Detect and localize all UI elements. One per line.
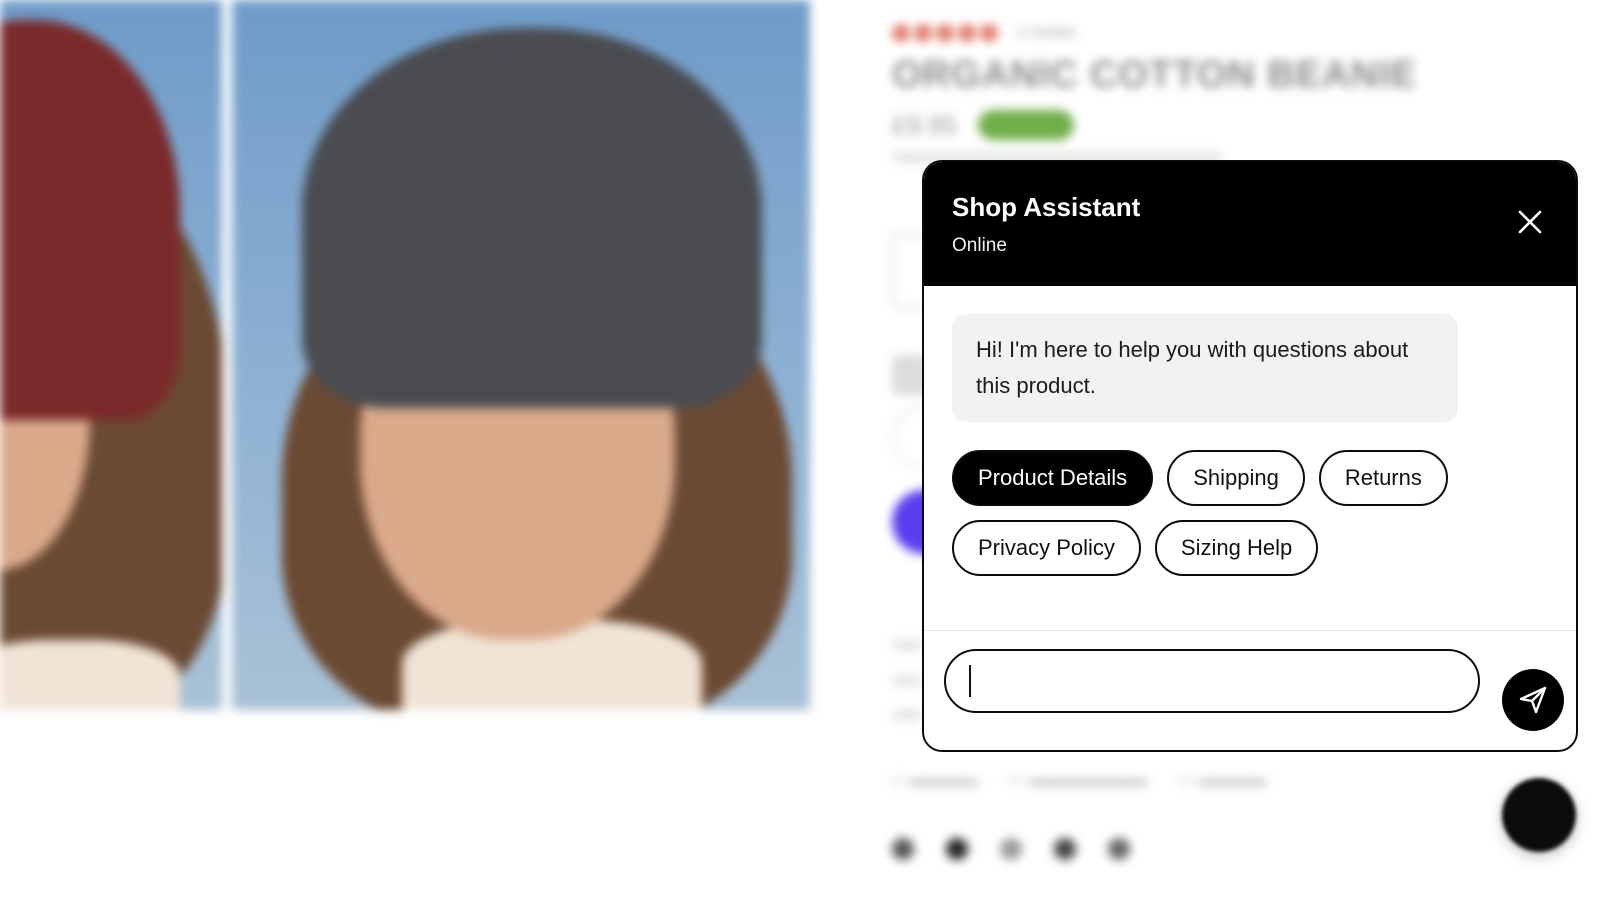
product-info-tabs: ▱ ▬▬▬▬ ▭ ▬▬▬▬▬▬▬ ▭ ▬▬▬▬ (892, 770, 1266, 790)
social-icon[interactable] (946, 838, 968, 860)
description-line (892, 640, 922, 650)
star-icon (936, 24, 954, 42)
send-button[interactable] (1502, 669, 1564, 731)
quick-reply-privacy-policy[interactable]: Privacy Policy (952, 520, 1141, 576)
quick-reply-shipping[interactable]: Shipping (1167, 450, 1305, 506)
close-button[interactable] (1514, 206, 1546, 238)
tab-materials[interactable]: ▱ ▬▬▬▬ (892, 770, 978, 790)
social-icon[interactable] (1000, 838, 1022, 860)
assistant-message: Hi! I'm here to help you with questions … (952, 314, 1458, 422)
quick-reply-sizing-help[interactable]: Sizing Help (1154, 520, 1319, 576)
quick-reply-returns[interactable]: Returns (1318, 450, 1448, 506)
quick-replies: Product Details Shipping Returns Privacy… (952, 450, 1512, 576)
chat-title: Shop Assistant (952, 192, 1141, 222)
star-icon (892, 24, 910, 42)
chat-composer (924, 630, 1576, 750)
quick-reply-product-details[interactable]: Product Details (952, 450, 1154, 506)
chat-messages: Hi! I'm here to help you with questions … (924, 286, 1576, 630)
star-icon (914, 24, 932, 42)
social-icon[interactable] (1108, 838, 1130, 860)
share-icons (892, 838, 1130, 860)
tab-care-guide[interactable]: ▭ ▬▬▬▬ (1178, 770, 1267, 790)
send-icon (1519, 686, 1547, 714)
star-icon (980, 24, 998, 42)
product-image-red-beanie (0, 0, 222, 710)
chat-widget: Shop Assistant Online Hi! I'm here to he… (922, 160, 1578, 752)
chat-launcher-button[interactable] (1502, 778, 1576, 852)
social-icon[interactable] (1054, 838, 1076, 860)
product-image-grey-beanie (232, 0, 810, 710)
product-price: £9.95 (892, 110, 958, 140)
discount-badge (978, 110, 1074, 140)
description-line (892, 676, 922, 686)
description-line (892, 710, 922, 720)
rating-stars: 1 review (892, 24, 1076, 42)
text-caret (969, 665, 971, 697)
tab-shipping-returns[interactable]: ▭ ▬▬▬▬▬▬▬ (1008, 770, 1148, 790)
star-icon (958, 24, 976, 42)
review-count: 1 review (1016, 24, 1076, 41)
social-icon[interactable] (892, 838, 914, 860)
product-title: ORGANIC COTTON BEANIE (892, 54, 1417, 96)
chat-header: Shop Assistant Online (924, 162, 1576, 286)
message-input[interactable] (944, 649, 1480, 713)
chat-status: Online (952, 235, 1007, 256)
close-icon (1518, 210, 1542, 234)
